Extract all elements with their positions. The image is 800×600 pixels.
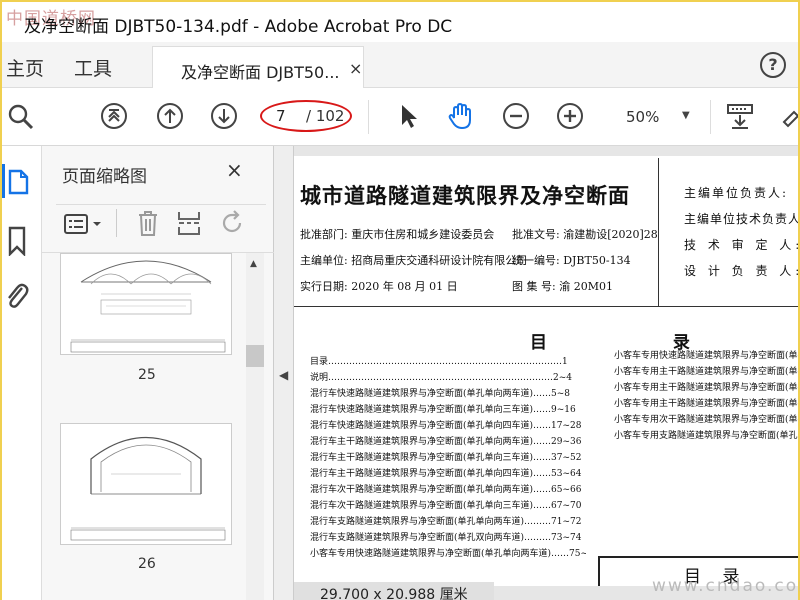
tab-bar: 主页 工具 及净空断面 DJBT50... × ? (2, 42, 798, 88)
next-page-icon[interactable] (210, 102, 238, 130)
panel-toolbar (56, 204, 266, 240)
toolbar-divider (368, 100, 369, 134)
left-nav (2, 146, 42, 600)
red-highlight-oval (260, 100, 352, 132)
panel-title: 页面缩略图 (62, 167, 147, 187)
meta-effective-date: 实行日期: 2020 年 08 月 01 日 (300, 280, 458, 293)
sign-icon[interactable] (780, 102, 798, 130)
chevron-down-icon[interactable]: ▼ (682, 110, 690, 121)
meta-design-lead: 设 计 负 责 人: (684, 264, 798, 278)
header-divider-vertical (658, 158, 659, 306)
toc-item: 混行车主干路隧道建筑限界与净空断面(单孔单向四车道)……53~64 (310, 469, 582, 479)
nav-selected-indicator (2, 164, 5, 198)
document-tab-label: 及净空断面 DJBT50... (181, 63, 340, 82)
toc-item: 目录……………………………………………………………………1 (310, 357, 568, 367)
toc-item-right: 小客车专用主干路隧道建筑限界与净空断面(单孔单 (614, 399, 798, 409)
hand-icon[interactable] (446, 102, 474, 130)
site-watermark: www.cndao.com (652, 576, 800, 596)
toc-item: 混行车次干路隧道建筑限界与净空断面(单孔单向两车道)……65~66 (310, 485, 582, 495)
page-thumbnails-icon[interactable] (6, 168, 30, 196)
thumbnail-page-number: 26 (138, 556, 156, 572)
toc-item: 混行车主干路隧道建筑限界与净空断面(单孔单向两车道)……29~36 (310, 437, 582, 447)
thumbnail-page-number: 25 (138, 367, 156, 383)
meta-technical-lead: 主编单位技术负责人: (684, 212, 798, 226)
meta-approval-number: 批准文号: 渝建勘设[2020]28号 (512, 228, 658, 241)
toc-item: 混行车支路隧道建筑限界与净空断面(单孔双向两车道)………73~74 (310, 533, 582, 543)
document-title: 城市道路隧道建筑限界及净空断面 (300, 183, 630, 208)
thumbnail-drawing (70, 436, 226, 541)
toc-item: 说明…………………………………………………………………2~4 (310, 373, 572, 383)
first-page-icon[interactable] (100, 102, 128, 130)
zoom-in-icon[interactable] (556, 102, 584, 130)
header-divider-horizontal (294, 306, 798, 307)
select-arrow-icon[interactable] (394, 102, 422, 130)
title-bar: 中国道桥网 及净空断面 DJBT50-134.pdf - Adobe Acrob… (2, 2, 798, 42)
thumbnail-options-icon[interactable] (64, 213, 104, 235)
thumbnail-scrollbar[interactable]: ▲ (246, 253, 264, 600)
tab-document[interactable]: 及净空断面 DJBT50... × (152, 46, 364, 88)
search-icon[interactable] (6, 102, 34, 130)
pdf-page: 城市道路隧道建筑限界及净空断面 批准部门: 重庆市住房和城乡建设委员会 主编单位… (294, 156, 798, 587)
toc-item: 混行车快速路隧道建筑限界与净空断面(单孔单向两车道)……5~8 (310, 389, 571, 399)
panel-collapse-handle[interactable]: ◀ (274, 146, 294, 600)
zoom-out-icon[interactable] (502, 102, 530, 130)
close-panel-icon[interactable]: × (226, 158, 243, 182)
attachment-icon[interactable] (4, 280, 30, 310)
zoom-level[interactable]: 50% (626, 108, 659, 126)
document-view[interactable]: 城市道路隧道建筑限界及净空断面 批准部门: 重庆市住房和城乡建设委员会 主编单位… (294, 146, 798, 600)
status-bar: 29.700 x 20.988 厘米 (294, 582, 494, 600)
toc-item: 混行车支路隧道建筑限界与净空断面(单孔单向两车道)………71~72 (310, 517, 582, 527)
collapse-left-icon[interactable]: ◀ (279, 368, 288, 382)
toc-item-right: 小客车专用次干路隧道建筑限界与净空断面(单孔单 (614, 415, 798, 425)
toolbar-divider-2 (710, 100, 711, 134)
panel-divider (116, 209, 117, 237)
window-title: 及净空断面 DJBT50-134.pdf - Adobe Acrobat Pro… (24, 17, 453, 37)
prev-page-icon[interactable] (156, 102, 184, 130)
meta-editor-unit: 主编单位: 招商局重庆交通科研设计院有限公司 (300, 254, 528, 267)
meta-approval-dept: 批准部门: 重庆市住房和城乡建设委员会 (300, 228, 495, 241)
toc-item-right: 小客车专用主干路隧道建筑限界与净空断面(单孔单 (614, 383, 798, 393)
meta-unified-number: 统一编号: DJBT50-134 (512, 254, 631, 267)
bookmark-icon[interactable] (6, 226, 28, 256)
rotate-icon[interactable] (220, 209, 246, 237)
fit-page-icon[interactable] (726, 102, 754, 130)
toc-item: 混行车次干路隧道建筑限界与净空断面(单孔单向三车道)……67~70 (310, 501, 582, 511)
help-icon[interactable]: ? (760, 52, 786, 78)
thumbnail-panel: 页面缩略图 × 25 26 ▲ (42, 146, 274, 600)
toc-item: 混行车快速路隧道建筑限界与净空断面(单孔单向四车道)……17~28 (310, 421, 582, 431)
scroll-up-icon[interactable]: ▲ (250, 259, 257, 269)
meta-atlas-number: 图 集 号: 渝 20M01 (512, 280, 613, 293)
thumbnail-drawing (70, 260, 226, 353)
tab-tools[interactable]: 工具 (74, 54, 112, 81)
tab-home[interactable]: 主页 (6, 54, 44, 81)
page-size-readout: 29.700 x 20.988 厘米 (320, 587, 468, 600)
toc-item: 混行车快速路隧道建筑限界与净空断面(单孔单向三车道)……9~16 (310, 405, 576, 415)
main-toolbar: 7 / 102 50% ▼ (2, 88, 798, 146)
trash-icon[interactable] (136, 209, 160, 237)
close-tab-icon[interactable]: × (349, 59, 362, 78)
extract-page-icon[interactable] (176, 209, 202, 237)
meta-chief-editor: 主编单位负责人: (684, 186, 789, 200)
scrollbar-thumb[interactable] (246, 345, 264, 367)
toc-item: 混行车主干路隧道建筑限界与净空断面(单孔单向三车道)……37~52 (310, 453, 582, 463)
thumbnail-page[interactable] (60, 423, 232, 545)
thumbnail-page[interactable] (60, 253, 232, 355)
meta-reviewer: 技 术 审 定 人: (684, 238, 798, 252)
toc-item-right: 小客车专用快速路隧道建筑限界与净空断面(单孔单 (614, 351, 798, 361)
toc-item-right: 小客车专用支路隧道建筑限界与净空断面(单孔单 (614, 431, 798, 441)
toc-item-right: 小客车专用主干路隧道建筑限界与净空断面(单孔单 (614, 367, 798, 377)
thumbnail-list: 25 26 ▲ (42, 252, 274, 600)
toc-item: 小客车专用快速路隧道建筑限界与净空断面(单孔单向两车道)……75~78 (310, 549, 586, 559)
